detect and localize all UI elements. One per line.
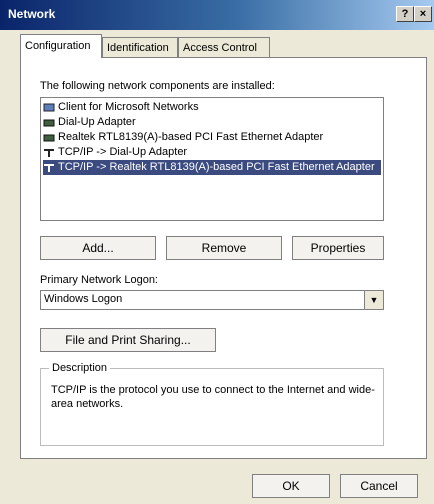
remove-button[interactable]: Remove [166,236,282,260]
window-title: Network [8,7,56,21]
ok-button[interactable]: OK [252,474,330,498]
list-item-selected[interactable]: TCP/IP -> Realtek RTL8139(A)-based PCI F… [43,160,381,175]
protocol-icon [44,163,54,172]
components-heading: The following network components are ins… [40,80,275,92]
list-item[interactable]: Dial-Up Adapter [43,115,381,130]
file-print-sharing-button[interactable]: File and Print Sharing... [40,328,216,352]
help-button[interactable]: ? [396,6,414,22]
logon-select[interactable]: Windows Logon ▼ [40,290,384,310]
list-item-label: Client for Microsoft Networks [58,101,199,113]
list-item-label: TCP/IP -> Dial-Up Adapter [58,146,188,158]
description-title: Description [49,362,111,374]
description-group: Description TCP/IP is the protocol you u… [40,362,384,446]
logon-value: Windows Logon [44,293,123,305]
title-bar[interactable]: Network ? × [0,0,434,30]
adapter-icon [43,119,55,126]
list-item-label: Realtek RTL8139(A)-based PCI Fast Ethern… [58,131,324,143]
tab-identification[interactable]: Identification [102,37,178,57]
logon-label: Primary Network Logon: [40,274,158,286]
add-button[interactable]: Add... [40,236,156,260]
chevron-down-icon[interactable]: ▼ [364,291,383,309]
list-item-label: TCP/IP -> Realtek RTL8139(A)-based PCI F… [58,161,375,173]
components-list[interactable]: Client for Microsoft Networks Dial-Up Ad… [40,97,384,221]
client-icon [43,103,55,111]
adapter-icon [43,134,55,141]
tab-access-control[interactable]: Access Control [178,37,270,57]
list-item[interactable]: Client for Microsoft Networks [43,100,381,115]
close-button[interactable]: × [414,6,432,22]
list-item-label: Dial-Up Adapter [58,116,136,128]
properties-button[interactable]: Properties [292,236,384,260]
protocol-icon [44,148,54,157]
cancel-button[interactable]: Cancel [340,474,418,498]
tab-configuration[interactable]: Configuration [20,34,102,58]
network-dialog: Network ? × Configuration Identification… [0,0,434,504]
list-item[interactable]: Realtek RTL8139(A)-based PCI Fast Ethern… [43,130,381,145]
description-text: TCP/IP is the protocol you use to connec… [51,384,375,410]
list-item[interactable]: TCP/IP -> Dial-Up Adapter [43,145,381,160]
